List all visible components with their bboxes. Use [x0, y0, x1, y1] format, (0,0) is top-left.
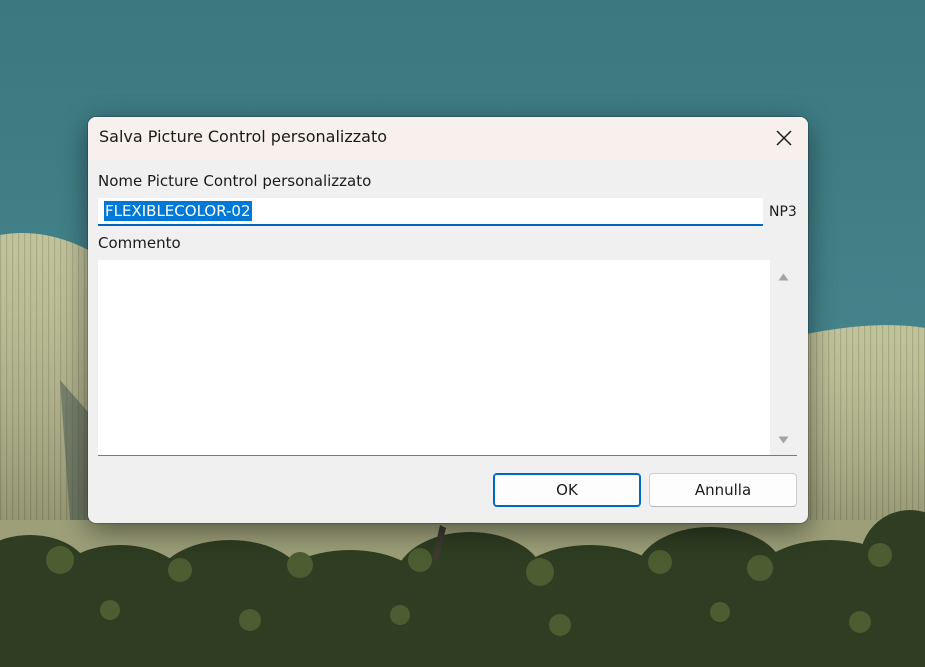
file-extension-label: NP3 — [769, 204, 797, 220]
name-input[interactable]: FLEXIBLECOLOR-02 — [98, 198, 763, 226]
name-label: Nome Picture Control personalizzato — [98, 172, 372, 190]
comment-scrollbar[interactable] — [770, 260, 797, 455]
triangle-up-icon — [778, 273, 789, 281]
desktop: Salva Picture Control personalizzato Nom… — [0, 0, 925, 667]
comment-label: Commento — [98, 234, 181, 252]
scroll-down-button[interactable] — [770, 429, 797, 451]
triangle-down-icon — [778, 436, 789, 444]
dialog-titlebar: Salva Picture Control personalizzato — [88, 117, 808, 159]
scroll-up-button[interactable] — [770, 266, 797, 288]
cancel-button[interactable]: Annulla — [649, 473, 797, 507]
ok-button[interactable]: OK — [493, 473, 641, 507]
dialog-title: Salva Picture Control personalizzato — [99, 127, 387, 146]
close-icon — [776, 130, 792, 146]
comment-textarea[interactable] — [98, 260, 797, 456]
save-picture-control-dialog: Salva Picture Control personalizzato Nom… — [88, 117, 808, 523]
name-input-value: FLEXIBLECOLOR-02 — [104, 201, 252, 221]
close-button[interactable] — [760, 117, 808, 159]
